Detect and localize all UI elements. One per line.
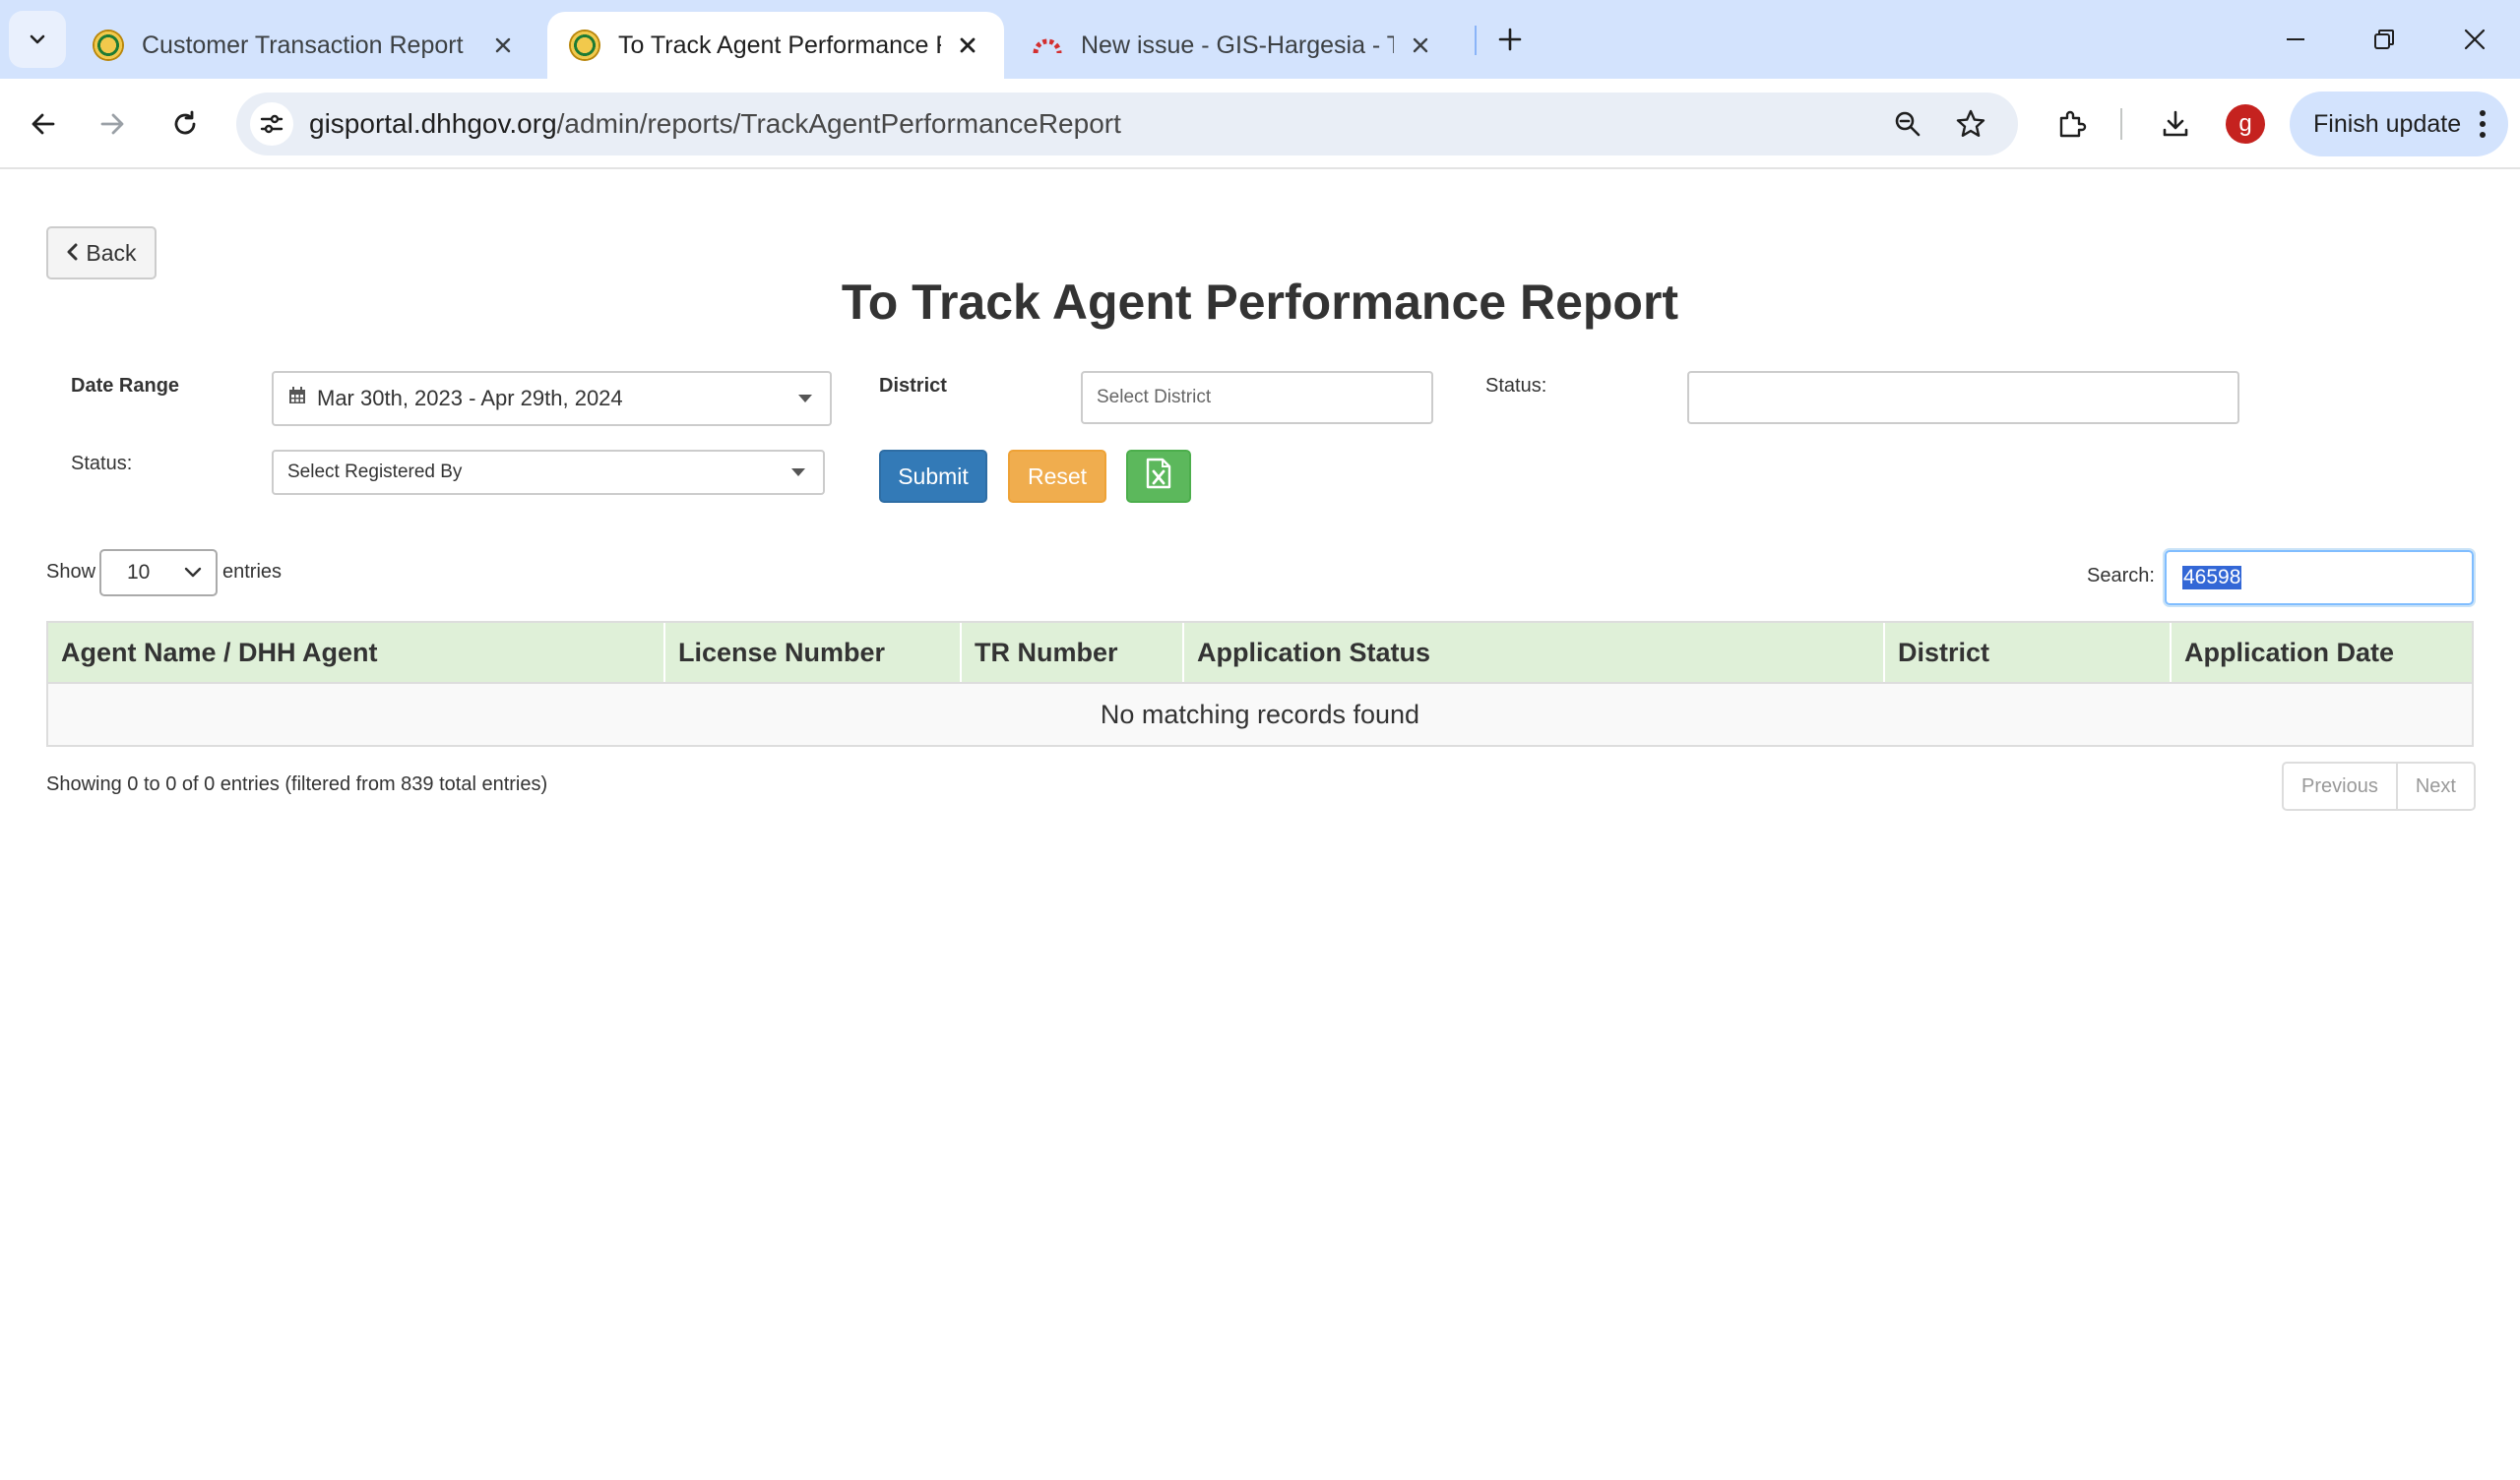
page-title: To Track Agent Performance Report bbox=[841, 275, 1679, 330]
url-text: gisportal.dhhgov.org/admin/reports/Track… bbox=[309, 108, 1121, 140]
tab-strip: Customer Transaction Report To Track Age… bbox=[0, 0, 2520, 79]
tab-customer-transaction-report[interactable]: Customer Transaction Report bbox=[71, 12, 539, 79]
avatar[interactable]: g bbox=[2226, 104, 2265, 144]
date-range-picker[interactable]: Mar 30th, 2023 - Apr 29th, 2024 bbox=[272, 371, 832, 426]
finish-update-button[interactable]: Finish update bbox=[2290, 92, 2508, 156]
search-label: Search: bbox=[2087, 565, 2155, 586]
finish-update-label: Finish update bbox=[2313, 109, 2462, 138]
close-icon[interactable] bbox=[1406, 31, 1435, 60]
status-label-2: Status: bbox=[71, 453, 133, 474]
extensions-icon[interactable] bbox=[2048, 100, 2095, 148]
tab-title: New issue - GIS-Hargesia - Tear bbox=[1081, 31, 1394, 59]
download-icon[interactable] bbox=[2152, 100, 2199, 148]
calendar-icon bbox=[287, 386, 307, 411]
submit-button[interactable]: Submit bbox=[879, 450, 987, 503]
chevron-left-icon bbox=[66, 240, 78, 267]
table-info: Showing 0 to 0 of 0 entries (filtered fr… bbox=[46, 773, 548, 795]
caret-down-icon bbox=[791, 468, 805, 476]
tab-new-issue[interactable]: New issue - GIS-Hargesia - Tear bbox=[1010, 12, 1457, 79]
district-select[interactable]: Select District bbox=[1081, 371, 1433, 424]
next-page-button[interactable]: Next bbox=[2395, 764, 2474, 809]
back-button[interactable]: Back bbox=[46, 226, 157, 279]
status-label: Status: bbox=[1485, 375, 1547, 397]
back-arrow-icon[interactable] bbox=[16, 96, 71, 152]
new-tab-icon[interactable] bbox=[1488, 18, 1532, 61]
restore-icon[interactable] bbox=[2355, 14, 2414, 65]
column-header-district[interactable]: District bbox=[1885, 623, 2172, 682]
tab-track-agent-performance[interactable]: To Track Agent Performance Re bbox=[547, 12, 1004, 79]
site-favicon-icon bbox=[569, 30, 600, 61]
registered-by-value: Select Registered By bbox=[287, 462, 463, 482]
tab-divider bbox=[1475, 26, 1477, 55]
url-host: gisportal.dhhgov.org bbox=[309, 108, 557, 139]
site-info-icon[interactable] bbox=[250, 102, 293, 146]
table-header-row: Agent Name / DHH Agent License Number TR… bbox=[46, 621, 2474, 684]
reload-icon[interactable] bbox=[158, 96, 213, 152]
minimize-icon[interactable] bbox=[2266, 14, 2325, 65]
export-excel-button[interactable] bbox=[1126, 450, 1191, 503]
column-header-application-status[interactable]: Application Status bbox=[1184, 623, 1885, 682]
registered-by-select[interactable]: Select Registered By bbox=[272, 450, 825, 495]
column-header-license-number[interactable]: License Number bbox=[665, 623, 962, 682]
district-label: District bbox=[879, 375, 947, 397]
site-favicon-icon bbox=[93, 30, 124, 61]
url-path: /admin/reports/TrackAgentPerformanceRepo… bbox=[556, 108, 1121, 139]
chevron-down-icon bbox=[182, 561, 204, 588]
date-range-label: Date Range bbox=[71, 375, 180, 397]
back-label: Back bbox=[86, 239, 137, 266]
date-range-value: Mar 30th, 2023 - Apr 29th, 2024 bbox=[317, 386, 623, 410]
address-bar[interactable]: gisportal.dhhgov.org/admin/reports/Track… bbox=[236, 92, 2018, 155]
close-icon[interactable] bbox=[488, 31, 518, 60]
close-icon[interactable] bbox=[953, 31, 982, 60]
tab-title: Customer Transaction Report bbox=[142, 31, 464, 59]
column-header-application-date[interactable]: Application Date bbox=[2172, 623, 2472, 682]
caret-down-icon bbox=[798, 395, 812, 402]
excel-icon bbox=[1146, 458, 1171, 495]
agent-performance-table: Agent Name / DHH Agent License Number TR… bbox=[46, 621, 2474, 747]
browser-toolbar: gisportal.dhhgov.org/admin/reports/Track… bbox=[0, 79, 2520, 169]
column-header-agent-name[interactable]: Agent Name / DHH Agent bbox=[48, 623, 665, 682]
column-header-tr-number[interactable]: TR Number bbox=[962, 623, 1184, 682]
more-icon[interactable] bbox=[2479, 109, 2487, 146]
zoom-icon[interactable] bbox=[1886, 102, 1929, 146]
page-length-value: 10 bbox=[127, 561, 151, 584]
pagination: Previous Next bbox=[2282, 762, 2476, 811]
empty-table-message: No matching records found bbox=[46, 684, 2474, 747]
district-placeholder: Select District bbox=[1097, 387, 1212, 407]
bookmark-star-icon[interactable] bbox=[1949, 102, 1992, 146]
tab-search-icon[interactable] bbox=[9, 11, 66, 68]
forward-arrow-icon[interactable] bbox=[85, 96, 140, 152]
close-window-icon[interactable] bbox=[2445, 14, 2504, 65]
reset-button[interactable]: Reset bbox=[1008, 450, 1106, 503]
search-input[interactable]: 46598 bbox=[2165, 550, 2474, 605]
page-length-select[interactable]: 10 bbox=[99, 549, 218, 596]
gitlab-icon bbox=[1032, 30, 1063, 61]
page-content: Back To Track Agent Performance Report D… bbox=[0, 171, 2520, 1480]
show-label: Show bbox=[46, 561, 96, 583]
entries-label: entries bbox=[222, 561, 283, 583]
toolbar-divider bbox=[2120, 108, 2122, 140]
status-select[interactable] bbox=[1687, 371, 2239, 424]
tab-title: To Track Agent Performance Re bbox=[618, 31, 941, 59]
search-value: 46598 bbox=[2182, 566, 2242, 589]
previous-page-button[interactable]: Previous bbox=[2284, 764, 2396, 809]
